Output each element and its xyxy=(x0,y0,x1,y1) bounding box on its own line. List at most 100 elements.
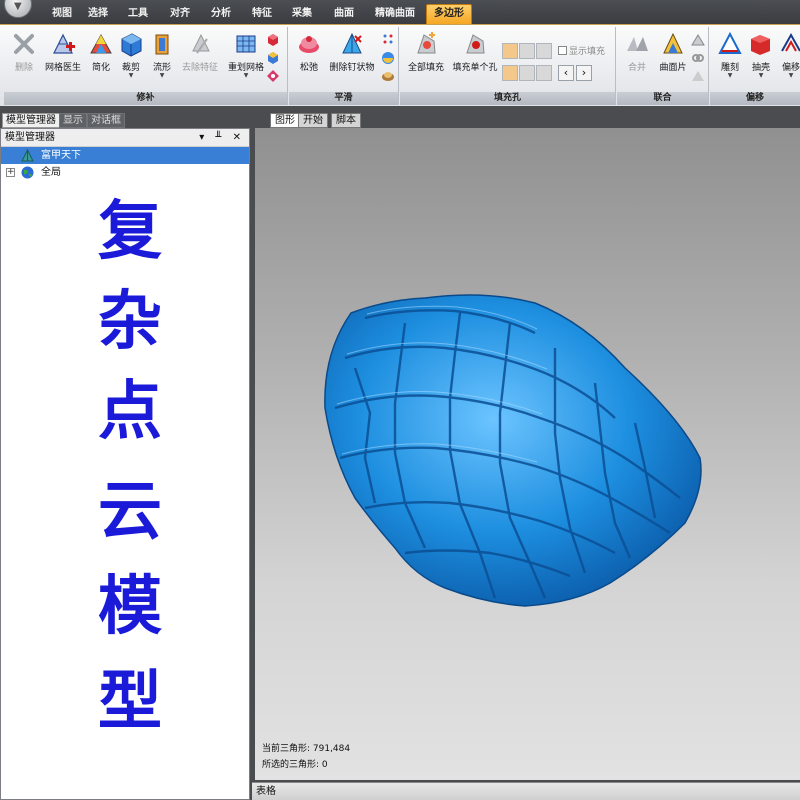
relax-label: 松弛 xyxy=(299,63,318,73)
shell-button[interactable]: 抽壳 ▼ xyxy=(746,31,776,79)
sculpt-icon xyxy=(717,31,743,57)
group-smooth: 松弛 删除钉状物 平滑 xyxy=(289,27,399,105)
tab-align[interactable]: 对齐 xyxy=(166,6,194,24)
remove-feature-button[interactable]: 去除特征 xyxy=(178,31,222,73)
fill-all-icon xyxy=(413,31,439,57)
color-mesh-icon[interactable] xyxy=(266,33,280,47)
current-triangles-count: 当前三角形: 791,484 xyxy=(262,744,351,754)
manifold-icon xyxy=(149,31,175,57)
delete-icon xyxy=(11,31,37,57)
tab-capture[interactable]: 采集 xyxy=(288,6,316,24)
group-smooth-title: 平滑 xyxy=(289,92,398,105)
expand-icon[interactable]: + xyxy=(6,168,15,177)
next-hole-button[interactable]: › xyxy=(576,65,592,81)
mesh-doctor-button[interactable]: 网格医生 xyxy=(42,31,84,73)
menu-bar: ▼ 视图 选择 工具 对齐 分析 特征 采集 曲面 精确曲面 多边形 xyxy=(0,0,800,24)
show-fill-label: 显示填充 xyxy=(569,47,606,57)
fill-all-label: 全部填充 xyxy=(407,63,444,73)
overlay-char-5: 模 xyxy=(98,569,162,644)
trim-button[interactable]: 裁剪 ▼ xyxy=(116,31,146,79)
fill-all-button[interactable]: 全部填充 xyxy=(404,31,448,73)
show-fill-checkbox[interactable]: 显示填充 xyxy=(558,44,605,57)
relax-button[interactable]: 松弛 xyxy=(293,31,325,73)
smooth-tool-icon[interactable] xyxy=(381,69,395,83)
group-repair: 删除 网格医生 简化 裁剪 ▼ 流形 ▼ 去除特征 重划网格 ▼ 修补 xyxy=(4,27,288,105)
tab-tools[interactable]: 工具 xyxy=(124,6,152,24)
sculpt-button[interactable]: 雕刻 ▼ xyxy=(714,31,746,79)
sculpt-dropdown-icon[interactable]: ▼ xyxy=(714,73,746,79)
ribbon: 删除 网格医生 简化 裁剪 ▼ 流形 ▼ 去除特征 重划网格 ▼ 修补 松弛 删… xyxy=(0,24,800,106)
cube-mesh-icon[interactable] xyxy=(266,51,280,65)
tree-item-model[interactable]: 富甲天下 xyxy=(1,147,249,164)
shell-dropdown-icon[interactable]: ▼ xyxy=(746,73,776,79)
tab-select[interactable]: 选择 xyxy=(84,6,112,24)
mesh-doctor-icon xyxy=(50,31,76,57)
trim-dropdown-icon[interactable]: ▼ xyxy=(116,73,146,79)
app-menu-button[interactable]: ▼ xyxy=(4,0,32,18)
overlay-char-6: 型 xyxy=(98,664,162,739)
remove-spikes-icon xyxy=(339,31,365,57)
link-tool-icon[interactable] xyxy=(691,51,705,65)
remove-spikes-button[interactable]: 删除钉状物 xyxy=(327,31,377,73)
tab-view[interactable]: 视图 xyxy=(47,6,77,24)
app-menu-glyph: ▼ xyxy=(14,1,22,12)
tab-graphics[interactable]: 图形 xyxy=(270,113,300,128)
checkbox-box-icon xyxy=(558,46,567,55)
panel-title: 模型管理器 xyxy=(5,132,55,143)
hole-mode-full-icon[interactable] xyxy=(502,65,518,81)
tree-item-global-label: 全局 xyxy=(41,167,61,178)
tab-dialog[interactable]: 对话框 xyxy=(87,113,125,128)
trim-icon xyxy=(118,31,144,57)
patch-button[interactable]: 曲面片 xyxy=(655,31,691,73)
hole-mode-edge-icon[interactable] xyxy=(519,65,535,81)
delete-button[interactable]: 删除 xyxy=(8,31,40,73)
panel-header: 模型管理器 ▾ ╨ ✕ xyxy=(1,129,249,147)
remesh-dropdown-icon[interactable]: ▼ xyxy=(224,73,268,79)
merge-button[interactable]: 合并 xyxy=(621,31,653,73)
patch-label: 曲面片 xyxy=(659,63,687,73)
group-combine-title: 联合 xyxy=(617,92,708,105)
group-offset-title: 偏移 xyxy=(710,92,800,105)
tab-surface[interactable]: 曲面 xyxy=(330,6,358,24)
turtle-shell-mesh[interactable] xyxy=(255,128,800,780)
tab-display[interactable]: 显示 xyxy=(59,113,87,128)
tab-model-manager[interactable]: 模型管理器 xyxy=(2,113,60,128)
overlay-char-4: 云 xyxy=(98,474,162,549)
hole-type-tangent-icon[interactable] xyxy=(519,43,535,59)
sphere-tool-icon[interactable] xyxy=(381,51,395,65)
dots-tool-icon[interactable] xyxy=(381,33,395,47)
split-tool-icon[interactable] xyxy=(691,33,705,47)
remesh-button[interactable]: 重划网格 ▼ xyxy=(224,31,268,79)
tree-item-global[interactable]: + 全局 xyxy=(1,164,249,181)
fill-single-label: 填充单个孔 xyxy=(452,63,498,73)
prev-hole-button[interactable]: ‹ xyxy=(558,65,574,81)
manifold-dropdown-icon[interactable]: ▼ xyxy=(147,73,177,79)
offset-button[interactable]: 偏移 ▼ xyxy=(776,31,800,79)
decimate-button[interactable]: 简化 xyxy=(86,31,116,73)
tree-item-model-label: 富甲天下 xyxy=(41,150,81,161)
selected-triangles-count: 所选的三角形: 0 xyxy=(262,760,328,770)
tab-features[interactable]: 特征 xyxy=(248,6,276,24)
tab-start[interactable]: 开始 xyxy=(298,113,328,128)
graphics-viewport[interactable] xyxy=(252,128,800,780)
hole-type-curved-icon[interactable] xyxy=(502,43,518,59)
tab-analysis[interactable]: 分析 xyxy=(207,6,235,24)
merge-label: 合并 xyxy=(627,63,646,73)
overlay-char-2: 杂 xyxy=(98,284,162,359)
table-panel-tab[interactable]: 表格 xyxy=(252,782,800,800)
manifold-button[interactable]: 流形 ▼ xyxy=(147,31,177,79)
tab-exact-surface[interactable]: 精确曲面 xyxy=(370,6,420,24)
shell-icon xyxy=(748,31,774,57)
vertex-tool-icon[interactable] xyxy=(266,69,280,83)
relax-icon xyxy=(296,31,322,57)
offset-dropdown-icon[interactable]: ▼ xyxy=(776,73,800,79)
tab-script[interactable]: 脚本 xyxy=(331,113,361,128)
panel-window-controls[interactable]: ▾ ╨ ✕ xyxy=(199,129,245,146)
fill-single-button[interactable]: 填充单个孔 xyxy=(450,31,500,73)
overlay-char-1: 复 xyxy=(98,194,162,269)
group-fill-holes: 全部填充 填充单个孔 显示填充 ‹ › 填充孔 xyxy=(400,27,616,105)
hole-type-flat-icon[interactable] xyxy=(536,43,552,59)
hole-mode-bridge-icon[interactable] xyxy=(536,65,552,81)
boolean-tool-icon[interactable] xyxy=(691,69,705,83)
tab-polygon[interactable]: 多边形 xyxy=(426,4,472,24)
